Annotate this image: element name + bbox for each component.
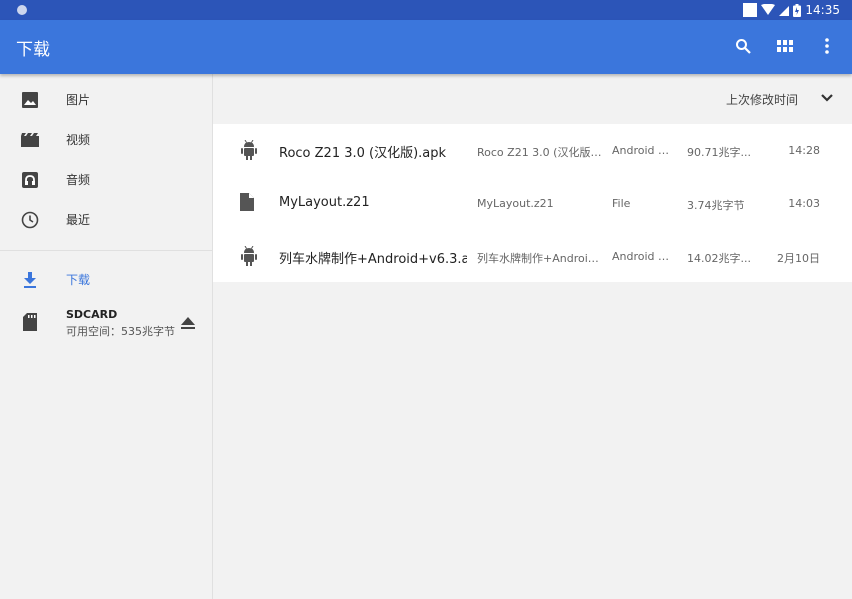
status-indicators: 14:35: [743, 0, 840, 20]
file-row[interactable]: 列车水牌制作+Android+v6.3.apk 列车水牌制作+Android..…: [213, 230, 852, 283]
android-icon: [240, 139, 258, 160]
file-size: 14.02兆字...: [687, 252, 751, 265]
sidebar-item-label: 下载: [66, 273, 91, 287]
signal-icon: [779, 6, 790, 16]
chevron-down-icon[interactable]: [820, 90, 834, 109]
file-date: 2月10日: [777, 252, 820, 265]
clock-icon: [20, 210, 40, 230]
sort-by-label[interactable]: 上次修改时间: [726, 91, 798, 108]
sdcard-free-space: 可用空间：535兆字节: [66, 325, 175, 338]
app-bar-actions: [732, 35, 838, 57]
audio-icon: [20, 170, 40, 190]
file-name: 列车水牌制作+Android+v6.3.apk: [279, 252, 467, 267]
sidebar-item-audio[interactable]: 音频: [0, 160, 212, 200]
sidebar-item-downloads[interactable]: 下载: [0, 260, 212, 300]
eject-icon[interactable]: [181, 314, 195, 333]
sidebar-item-recent[interactable]: 最近: [0, 200, 212, 240]
download-icon: [20, 270, 40, 290]
sort-bar: 上次修改时间: [213, 74, 852, 124]
file-date: 14:28: [788, 144, 820, 157]
android-icon: [240, 245, 258, 266]
battery-icon: [793, 3, 802, 17]
file-summary: 列车水牌制作+Android...: [477, 252, 603, 265]
sidebar: 图片 视频 音频 最近 下载 SDCARD 可用空间：535兆字节: [0, 74, 213, 599]
image-icon: [20, 90, 40, 110]
file-size: 3.74兆字节: [687, 199, 745, 212]
sdcard-title: SDCARD: [66, 308, 118, 321]
file-type: File: [612, 197, 631, 210]
status-bar: 14:35: [0, 0, 852, 20]
file-row[interactable]: Roco Z21 3.0 (汉化版).apk Roco Z21 3.0 (汉化版…: [213, 124, 852, 177]
video-icon: [20, 130, 40, 150]
sidebar-item-label: 音频: [66, 173, 91, 187]
notification-square-icon: [743, 3, 758, 17]
sidebar-item-label: 最近: [66, 213, 91, 227]
file-size: 90.71兆字...: [687, 146, 751, 159]
file-icon: [240, 193, 258, 213]
sidebar-divider: [0, 250, 212, 251]
file-summary: MyLayout.z21: [477, 197, 554, 210]
file-type: Android a...: [612, 250, 674, 263]
sidebar-item-videos[interactable]: 视频: [0, 120, 212, 160]
sdcard-icon: [20, 312, 40, 332]
file-list: Roco Z21 3.0 (汉化版).apk Roco Z21 3.0 (汉化版…: [213, 124, 852, 282]
file-type: Android a...: [612, 144, 674, 157]
page-title: 下载: [16, 40, 50, 60]
file-row[interactable]: MyLayout.z21 MyLayout.z21 File 3.74兆字节 1…: [213, 177, 852, 230]
status-time: 14:35: [805, 3, 840, 17]
sidebar-item-images[interactable]: 图片: [0, 80, 212, 120]
sidebar-item-label: 图片: [66, 93, 91, 107]
sidebar-item-label: 视频: [66, 133, 91, 147]
app-bar: 下载: [0, 20, 852, 74]
file-name: Roco Z21 3.0 (汉化版).apk: [279, 146, 447, 161]
wifi-icon: [761, 4, 776, 15]
file-summary: Roco Z21 3.0 (汉化版)...: [477, 146, 603, 159]
file-name: MyLayout.z21: [279, 195, 370, 210]
file-date: 14:03: [788, 197, 820, 210]
more-vert-icon[interactable]: [816, 35, 838, 57]
search-icon[interactable]: [732, 35, 754, 57]
notification-dot-icon: [17, 5, 27, 15]
grid-view-icon[interactable]: [774, 35, 796, 57]
